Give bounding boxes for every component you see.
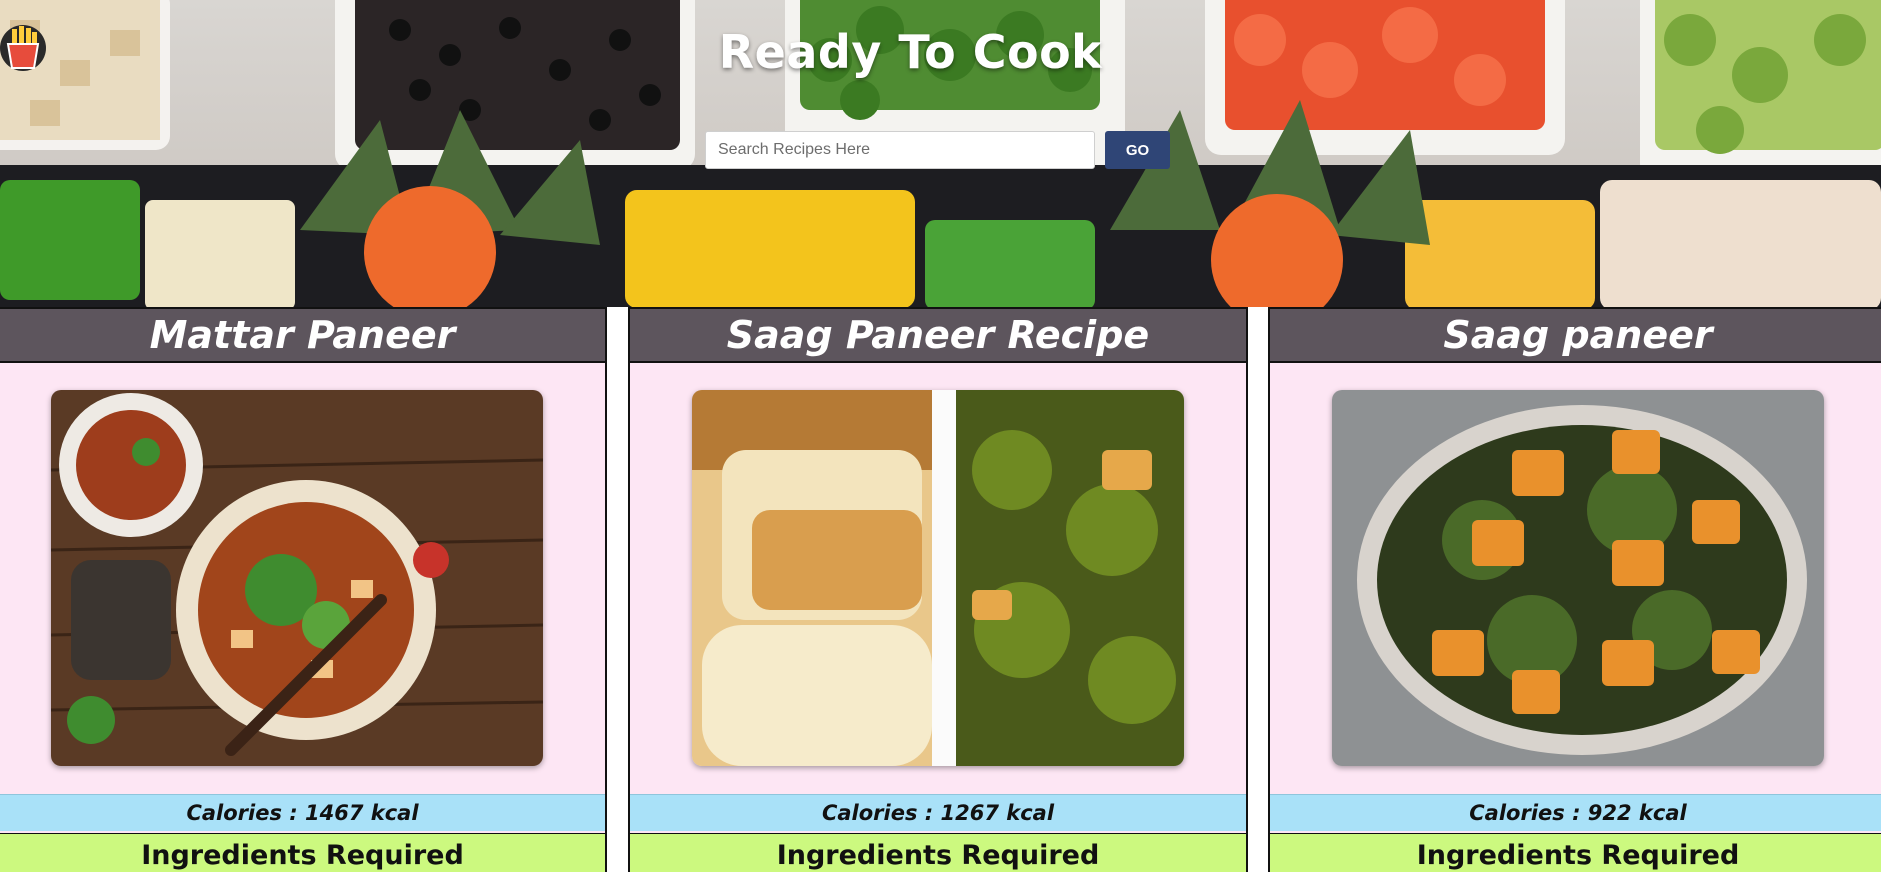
- ingredients-heading: Ingredients Required: [0, 833, 605, 872]
- app-title-text: Ready To Cook: [718, 25, 1103, 79]
- recipe-image[interactable]: [1332, 390, 1824, 766]
- recipe-title: Saag paneer: [1270, 309, 1881, 363]
- french-fries-icon: [0, 22, 1162, 74]
- recipe-image[interactable]: [692, 390, 1184, 766]
- recipe-image[interactable]: [51, 390, 543, 766]
- app-title: Ready To Cook: [0, 22, 1881, 79]
- recipe-calories: Calories : 1267 kcal: [630, 794, 1246, 831]
- recipe-card: Saag Paneer Recipe Calories: 1267 kcal …: [628, 307, 1248, 872]
- ingredients-heading: Ingredients Required: [630, 833, 1246, 872]
- recipe-card: Saag paneer Calories: 922 kcal Ingredie…: [1268, 307, 1881, 872]
- recipe-title: Saag Paneer Recipe: [630, 309, 1246, 363]
- hero-banner: Ready To Cook GO: [0, 0, 1881, 308]
- recipe-card: Mattar Paneer Calories: 1467 kcal Ingre…: [0, 307, 607, 872]
- go-button[interactable]: GO: [1105, 131, 1170, 169]
- recipe-calories: Calories : 922 kcal: [1270, 794, 1881, 831]
- search-bar: GO: [705, 131, 1170, 171]
- recipe-cards: Mattar Paneer Calories: 1467 kcal Ingre…: [0, 307, 1881, 872]
- ingredients-heading: Ingredients Required: [1270, 833, 1881, 872]
- recipe-title: Mattar Paneer: [0, 309, 605, 363]
- recipe-calories: Calories : 1467 kcal: [0, 794, 605, 831]
- recipe-app-page: Ready To Cook GO Mattar Paneer: [0, 0, 1881, 872]
- search-recipes-input[interactable]: [705, 131, 1095, 169]
